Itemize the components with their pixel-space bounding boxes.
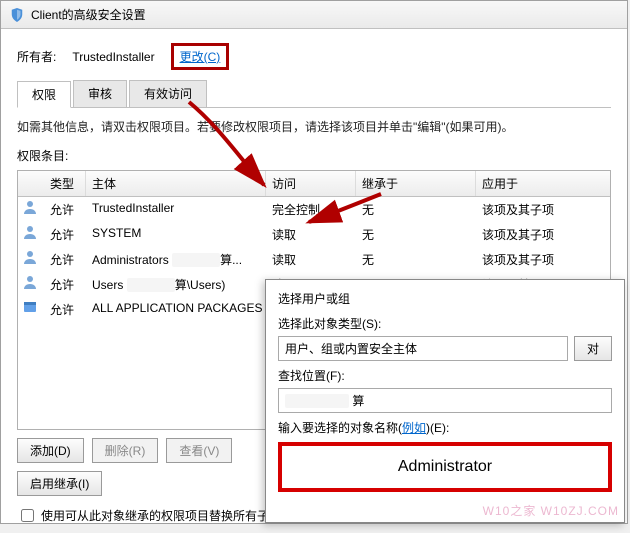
col-principal[interactable]: 主体 [86, 171, 266, 196]
cell-type: 允许 [44, 272, 86, 297]
principal-icon [22, 274, 38, 290]
cell-principal: SYSTEM [86, 222, 266, 247]
example-link[interactable]: 例如 [402, 421, 426, 435]
window-title: Client的高级安全设置 [31, 6, 146, 23]
replace-checkbox[interactable] [21, 509, 34, 522]
cell-applies: 该项及其子项 [476, 222, 610, 247]
titlebar: Client的高级安全设置 [1, 1, 627, 29]
owner-name: TrustedInstaller [72, 50, 154, 64]
instruction-text: 如需其他信息，请双击权限项目。若要修改权限项目，请选择该项目并单击"编辑"(如果… [17, 118, 611, 135]
cell-applies: 该项及其子项 [476, 197, 610, 222]
owner-row: 所有者: TrustedInstaller 更改(C) [17, 43, 611, 70]
cell-access: 读取 [266, 247, 356, 272]
col-applies[interactable]: 应用于 [476, 171, 610, 196]
object-name-input-highlight: Administrator [278, 442, 612, 492]
enable-inherit-button[interactable]: 启用继承(I) [17, 471, 102, 496]
tab-auditing[interactable]: 审核 [73, 80, 127, 107]
col-access[interactable]: 访问 [266, 171, 356, 196]
cell-type: 允许 [44, 222, 86, 247]
redacted-text: XXXXXXXX [285, 394, 349, 408]
select-user-dialog: 选择用户或组 选择此对象类型(S): 用户、组或内置安全主体 对 查找位置(F)… [265, 279, 625, 523]
cell-applies: 该项及其子项 [476, 247, 610, 272]
principal-icon [22, 199, 38, 215]
table-row[interactable]: 允许SYSTEM读取无该项及其子项 [18, 222, 610, 247]
location-field: XXXXXXXX 算 [278, 388, 612, 413]
table-row[interactable]: 允许Administrators XXXXXX算...读取无该项及其子项 [18, 247, 610, 272]
cell-access: 完全控制 [266, 197, 356, 222]
remove-button[interactable]: 删除(R) [92, 438, 159, 463]
cell-inherited: 无 [356, 247, 476, 272]
object-name-input[interactable]: Administrator [398, 458, 492, 476]
change-owner-highlight: 更改(C) [171, 43, 230, 70]
principal-icon [22, 249, 38, 265]
owner-label: 所有者: [17, 48, 56, 65]
advanced-security-window: Client的高级安全设置 所有者: TrustedInstaller 更改(C… [0, 0, 628, 524]
cell-type: 允许 [44, 247, 86, 272]
enter-names-label: 输入要选择的对象名称(例如)(E): [278, 419, 612, 436]
col-type[interactable]: 类型 [44, 171, 86, 196]
change-owner-link[interactable]: 更改(C) [180, 50, 221, 64]
object-types-button[interactable]: 对 [574, 336, 612, 361]
grid-header: 类型 主体 访问 继承于 应用于 [18, 171, 610, 197]
location-label: 查找位置(F): [278, 367, 612, 384]
cell-access: 读取 [266, 222, 356, 247]
cell-principal: ALL APPLICATION PACKAGES [86, 297, 266, 322]
cell-principal: TrustedInstaller [86, 197, 266, 222]
security-shield-icon [9, 7, 25, 23]
table-row[interactable]: 允许TrustedInstaller完全控制无该项及其子项 [18, 197, 610, 222]
principal-icon [22, 224, 38, 240]
principal-icon [22, 299, 38, 315]
col-inherited[interactable]: 继承于 [356, 171, 476, 196]
tab-permissions[interactable]: 权限 [17, 81, 71, 108]
view-button[interactable]: 查看(V) [166, 438, 232, 463]
cell-type: 允许 [44, 297, 86, 322]
cell-inherited: 无 [356, 222, 476, 247]
add-button[interactable]: 添加(D) [17, 438, 84, 463]
cell-inherited: 无 [356, 197, 476, 222]
dialog-title: 选择用户或组 [278, 290, 612, 307]
object-type-label: 选择此对象类型(S): [278, 315, 612, 332]
cell-principal: Administrators XXXXXX算... [86, 247, 266, 272]
tab-effective-access[interactable]: 有效访问 [129, 80, 207, 107]
cell-type: 允许 [44, 197, 86, 222]
tab-strip: 权限 审核 有效访问 [17, 80, 611, 108]
entries-label: 权限条目: [17, 147, 611, 164]
cell-principal: Users XXXXXX算\Users) [86, 272, 266, 297]
object-type-field: 用户、组或内置安全主体 [278, 336, 568, 361]
